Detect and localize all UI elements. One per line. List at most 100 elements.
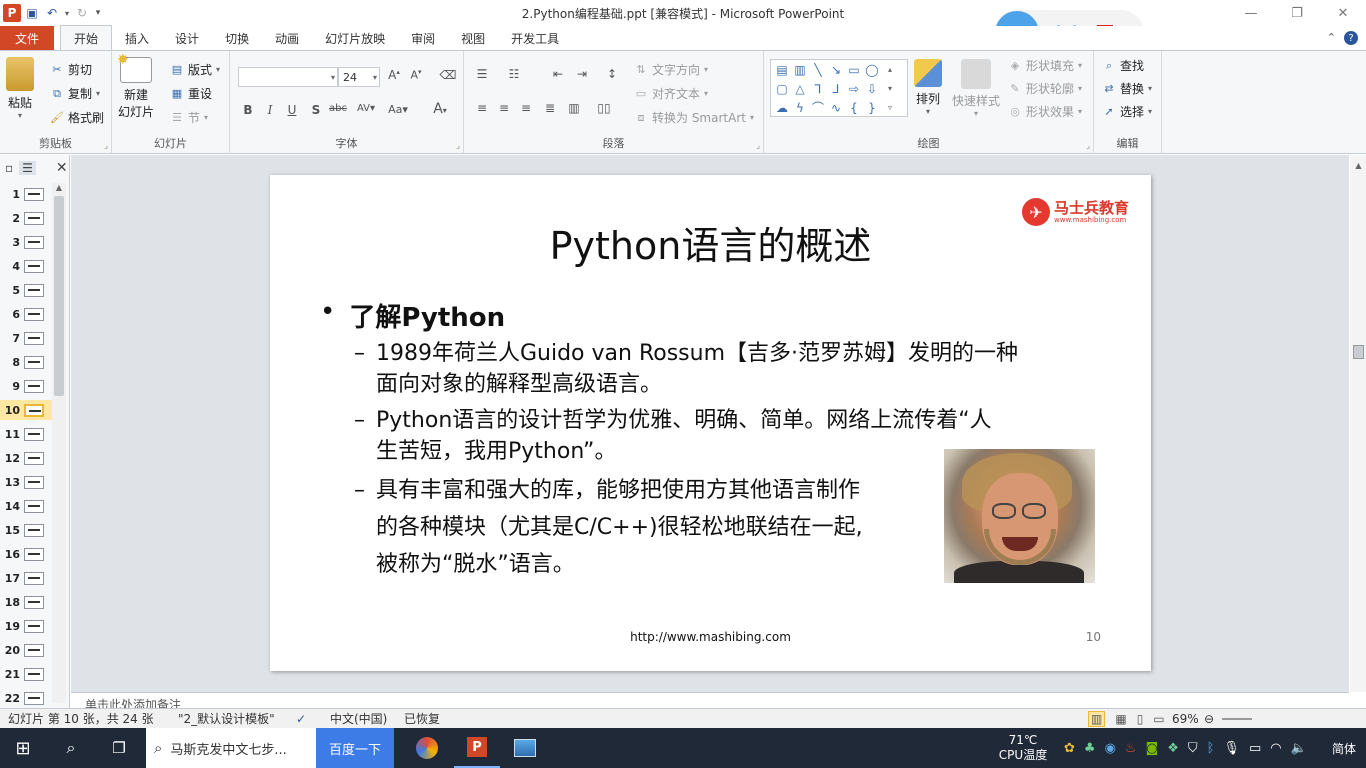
freeform-shape-icon[interactable]: ∿	[827, 98, 845, 117]
shrink-font-icon[interactable]: A▾	[406, 68, 426, 82]
slide-thumbnail-15[interactable]: 15	[0, 520, 52, 540]
tab-review[interactable]: 审阅	[398, 26, 448, 50]
slide-thumbnail-21[interactable]: 21	[0, 664, 52, 684]
shape-fill-button[interactable]: ◈ 形状填充 ▾	[1008, 57, 1082, 74]
align-right-icon[interactable]: ≡	[516, 101, 536, 115]
sub-bullet-3[interactable]: – 具有丰富和强大的库，能够把使用方其他语言制作 的各种模块（尤其是C/C++)很…	[354, 472, 954, 583]
close-pane-icon[interactable]: ✕	[56, 160, 68, 176]
zoom-slider[interactable]	[1222, 710, 1252, 727]
canvas-scrollbar[interactable]: ▲	[1350, 155, 1366, 692]
tab-transitions[interactable]: 切换	[212, 26, 262, 50]
find-button[interactable]: ⌕ 查找	[1102, 57, 1144, 74]
cpu-temperature-widget[interactable]: 71℃ CPU温度	[996, 728, 1050, 768]
paste-button[interactable]: 粘贴 ▾	[6, 57, 34, 120]
slide-thumbnail-16[interactable]: 16	[0, 544, 52, 564]
lightning-shape-icon[interactable]: ϟ	[791, 98, 809, 117]
slide-title[interactable]: Python语言的概述	[270, 215, 1151, 270]
increase-indent-icon[interactable]: ⇥	[572, 67, 592, 81]
close-button[interactable]: ✕	[1320, 0, 1366, 26]
font-color-icon[interactable]: A▾	[430, 101, 450, 117]
defender-shield-icon[interactable]: ⛉	[1188, 741, 1198, 756]
slide-thumbnail-20[interactable]: 20	[0, 640, 52, 660]
elbow-shape-icon[interactable]: ⅂	[809, 79, 827, 98]
minimize-button[interactable]: —	[1228, 0, 1274, 26]
grow-font-icon[interactable]: A▴	[384, 68, 404, 82]
smartart-button[interactable]: ⧈ 转换为 SmartArt ▾	[634, 109, 754, 126]
slide-thumbnail-14[interactable]: 14	[0, 496, 52, 516]
shapes-scroll-up-icon[interactable]: ▴	[881, 60, 899, 79]
battery-icon[interactable]: ▭	[1249, 741, 1261, 756]
thumbnail-scroll-thumb[interactable]	[54, 196, 64, 396]
shapes-more-icon[interactable]: ▿	[881, 98, 899, 117]
tray-app-icon-4[interactable]: ♨	[1125, 741, 1137, 756]
italic-icon[interactable]: I	[260, 103, 280, 117]
font-size-combo[interactable]: 24 ▾	[338, 67, 380, 87]
scroll-up-arrow-icon[interactable]: ▲	[52, 183, 66, 192]
tab-view[interactable]: 视图	[448, 26, 498, 50]
change-case-icon[interactable]: Aa▾	[388, 103, 408, 116]
text-direction-button[interactable]: ⇅ 文字方向 ▾	[634, 61, 708, 78]
cloud-shape-icon[interactable]: ☁	[773, 98, 791, 117]
paragraph-launcher-icon[interactable]: ⌟	[756, 141, 760, 150]
numbering-icon[interactable]: ☷	[504, 67, 524, 81]
tab-slideshow[interactable]: 幻灯片放映	[312, 26, 398, 50]
align-center-icon[interactable]: ≡	[494, 101, 514, 115]
clear-format-icon[interactable]: ⌫	[438, 68, 458, 82]
align-left-icon[interactable]: ≡	[472, 101, 492, 115]
slideshow-view-icon[interactable]: ▭	[1153, 712, 1164, 726]
collapse-ribbon-icon[interactable]: ⌃	[1327, 31, 1336, 45]
slide-thumbnail-13[interactable]: 13	[0, 472, 52, 492]
columns-icon[interactable]: ▯▯	[594, 101, 614, 115]
slide-thumbnail-6[interactable]: 6	[0, 304, 52, 324]
underline-icon[interactable]: U	[282, 103, 302, 117]
powerpoint-taskbar-icon[interactable]: P	[454, 728, 500, 768]
quick-styles-button[interactable]: 快速样式 ▾	[952, 59, 1000, 118]
slide-thumbnail-8[interactable]: 8	[0, 352, 52, 372]
windows-start-icon[interactable]: ⊞	[0, 728, 46, 768]
slides-view-icon[interactable]: ▫	[5, 161, 13, 175]
layout-button[interactable]: ▤ 版式 ▾	[170, 61, 220, 78]
arrange-button[interactable]: 排列 ▾	[914, 59, 942, 116]
baidu-search-box[interactable]: ⌕ 马斯克发中文七步...	[146, 728, 316, 768]
shadow-icon[interactable]: S	[306, 103, 326, 117]
guido-portrait-image[interactable]	[944, 449, 1095, 583]
bluetooth-icon[interactable]: ᛒ	[1207, 741, 1215, 756]
slide-thumbnail-3[interactable]: 3	[0, 232, 52, 252]
vertical-textbox-shape-icon[interactable]: ▥	[791, 60, 809, 79]
rectangle-shape-icon[interactable]: ▭	[845, 60, 863, 79]
dialog-launcher-icon[interactable]: ⌟	[104, 141, 108, 150]
slide-thumbnail-5[interactable]: 5	[0, 280, 52, 300]
slide-thumbnail-17[interactable]: 17	[0, 568, 52, 588]
new-slide-button[interactable]: ✸ 新建 幻灯片	[117, 52, 154, 120]
spellcheck-icon[interactable]: ✓	[296, 710, 306, 727]
line-shape-icon[interactable]: ╲	[809, 60, 827, 79]
replace-button[interactable]: ⇄ 替换 ▾	[1102, 80, 1152, 97]
canvas-scroll-up-icon[interactable]: ▲	[1350, 161, 1366, 170]
elbow-arrow-shape-icon[interactable]: ⅃	[827, 79, 845, 98]
sub-bullet-1[interactable]: – 1989年荷兰人Guido van Rossum【吉多·范罗苏姆】发明的一种…	[354, 338, 1114, 400]
wifi-icon[interactable]: ◠	[1270, 741, 1281, 756]
triangle-shape-icon[interactable]: △	[791, 79, 809, 98]
tray-app-icon-5[interactable]: ❖	[1167, 741, 1179, 756]
slide-thumbnail-22[interactable]: 22	[0, 688, 52, 708]
ime-indicator[interactable]: 简体	[1332, 728, 1356, 768]
reading-view-icon[interactable]: ▯	[1137, 712, 1144, 726]
section-button[interactable]: ☰ 节 ▾	[170, 109, 208, 126]
browser-app-icon[interactable]	[404, 728, 450, 768]
slide-sorter-view-icon[interactable]: ▦	[1115, 712, 1126, 726]
shape-effects-button[interactable]: ◎ 形状效果 ▾	[1008, 103, 1082, 120]
search-icon[interactable]: ⌕	[48, 728, 94, 768]
main-bullet[interactable]: • 了解Python	[320, 297, 505, 334]
tray-app-icon-3[interactable]: ◉	[1105, 741, 1116, 756]
left-brace-shape-icon[interactable]: {	[845, 98, 863, 117]
slide-thumbnail-12[interactable]: 12	[0, 448, 52, 468]
tray-app-icon-1[interactable]: ✿	[1064, 741, 1075, 756]
zoom-level[interactable]: 69%	[1172, 710, 1199, 727]
nvidia-icon[interactable]: ◙	[1146, 741, 1159, 756]
oval-shape-icon[interactable]: ◯	[863, 60, 881, 79]
font-launcher-icon[interactable]: ⌟	[456, 141, 460, 150]
right-brace-shape-icon[interactable]: }	[863, 98, 881, 117]
format-painter-button[interactable]: 🖌 格式刷	[50, 109, 104, 126]
tab-insert[interactable]: 插入	[112, 26, 162, 50]
slide-thumbnail-2[interactable]: 2	[0, 208, 52, 228]
